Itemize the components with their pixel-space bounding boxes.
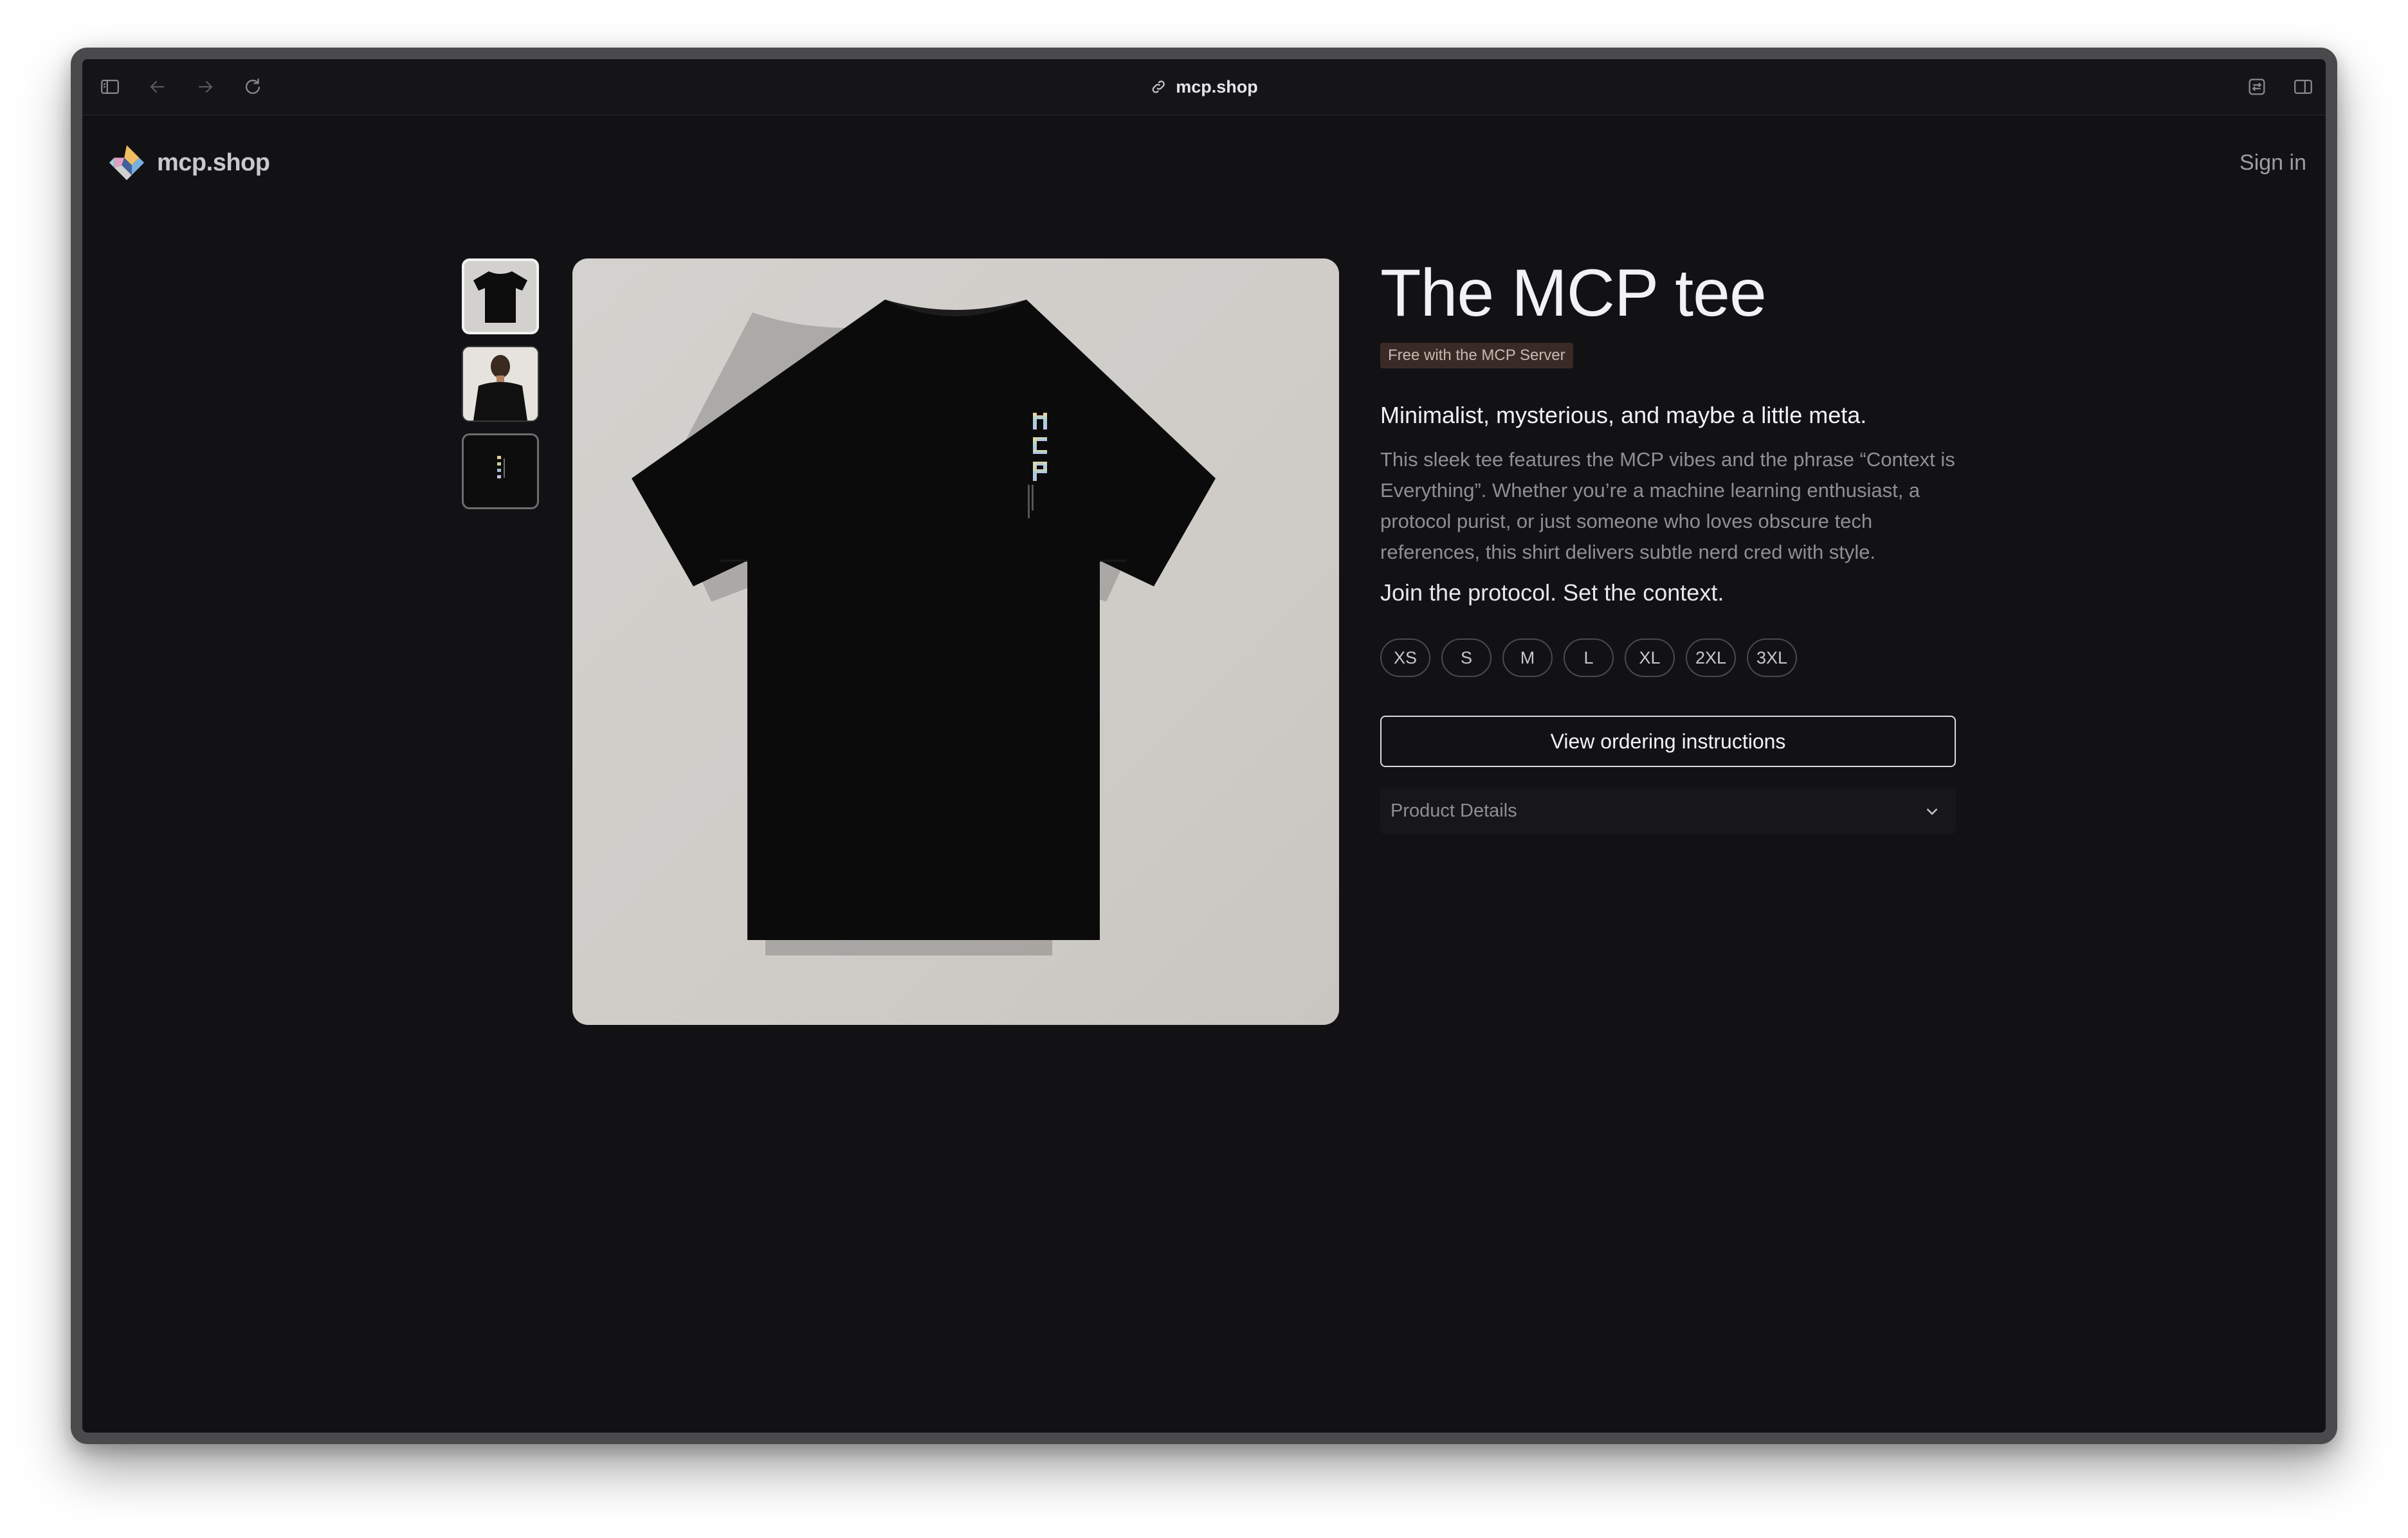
promo-badge: Free with the MCP Server [1380, 343, 1573, 369]
view-ordering-instructions-button[interactable]: View ordering instructions [1380, 716, 1956, 768]
sign-in-link[interactable]: Sign in [2239, 150, 2306, 176]
size-option-xl[interactable]: XL [1625, 638, 1675, 678]
size-selector: XS S M L XL 2XL 3XL [1380, 638, 1956, 678]
url-text: mcp.shop [1176, 77, 1258, 96]
product-details-label: Product Details [1391, 800, 1517, 821]
product-tagline: Minimalist, mysterious, and maybe a litt… [1380, 402, 1867, 429]
chevron-down-icon [1926, 808, 1938, 815]
sidebar-icon[interactable] [96, 73, 123, 100]
split-view-icon[interactable] [2290, 73, 2317, 100]
product-closing-line: Join the protocol. Set the context. [1380, 579, 1724, 606]
product-main-image [572, 258, 1339, 1025]
browser-toolbar: mcp.shop [82, 59, 2326, 116]
tshirt-thumbnail-icon [473, 271, 527, 323]
address-bar[interactable]: mcp.shop [1150, 71, 1258, 103]
thumbnail-model[interactable] [462, 346, 539, 422]
size-option-2xl[interactable]: 2XL [1686, 638, 1736, 678]
logo-mark-icon [109, 145, 145, 181]
tshirt-illustration [632, 300, 1216, 955]
forward-arrow-icon[interactable] [192, 73, 219, 100]
product-info: The MCP tee Free with the MCP Server Min… [1380, 256, 1956, 835]
product-title: The MCP tee [1380, 256, 1767, 330]
size-option-xs[interactable]: XS [1380, 638, 1430, 678]
back-arrow-icon[interactable] [144, 73, 171, 100]
thumbnail-closeup[interactable] [462, 433, 539, 509]
translate-icon[interactable] [2243, 73, 2270, 100]
size-option-s[interactable]: S [1441, 638, 1491, 678]
product-description: This sleek tee features the MCP vibes an… [1380, 448, 1955, 564]
model-photo-icon [463, 347, 538, 421]
reload-icon[interactable] [239, 73, 266, 100]
thumbnail-front[interactable] [462, 258, 539, 334]
product-thumbnails [462, 258, 539, 521]
site-logo[interactable]: mcp.shop [107, 143, 270, 183]
product-details-accordion[interactable]: Product Details [1380, 788, 1956, 835]
size-option-3xl[interactable]: 3XL [1747, 638, 1797, 678]
logo-text: mcp.shop [157, 149, 270, 176]
link-icon [1152, 80, 1165, 93]
site-header: mcp.shop Sign in [82, 130, 2326, 188]
browser-window: mcp.shop mcp.shop Sign in The MCP tee Fr… [71, 48, 2337, 1444]
size-option-m[interactable]: M [1502, 638, 1553, 678]
print-closeup-icon [497, 456, 505, 478]
size-option-l[interactable]: L [1564, 638, 1614, 678]
